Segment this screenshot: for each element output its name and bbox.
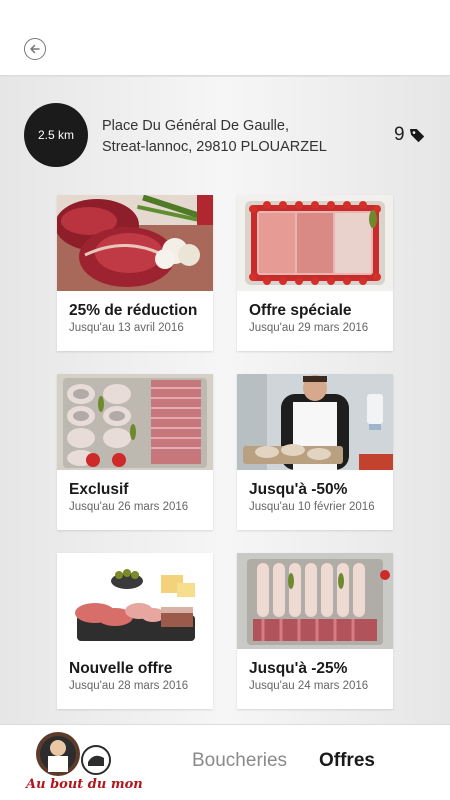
offer-title: 25% de réduction — [69, 302, 198, 319]
sausage-platter-photo — [57, 374, 213, 470]
offer-title: Offre spéciale — [249, 302, 352, 319]
offer-card[interactable]: Exclusif Jusqu'au 26 mars 2016 — [57, 374, 213, 530]
brand-logo-text: Au bout du monde — [24, 777, 142, 792]
address-line-1: Place Du Général De Gaulle, — [102, 118, 289, 134]
top-bar — [0, 0, 450, 76]
offer-card[interactable]: Jusqu'à -25% Jusqu'au 24 mars 2016 — [237, 553, 393, 709]
rolled-ham-photo — [237, 553, 393, 649]
offer-date: Jusqu'au 26 mars 2016 — [69, 501, 189, 513]
back-button[interactable] — [24, 38, 46, 60]
offer-date: Jusqu'au 10 février 2016 — [249, 501, 375, 513]
tab-boucheries[interactable]: Boucheries — [192, 750, 287, 772]
distance-label: 2.5 km — [37, 128, 74, 142]
offer-card[interactable]: Offre spéciale Jusqu'au 29 mars 2016 — [237, 195, 393, 351]
offer-title: Jusqu'à -50% — [249, 481, 348, 498]
charcuterie-photo — [57, 553, 213, 649]
offer-card[interactable]: Nouvelle offre Jusqu'au 28 mars 2016 — [57, 553, 213, 709]
distance-badge: 2.5 km — [24, 103, 88, 167]
beef-steak-photo — [57, 195, 213, 291]
offer-date: Jusqu'au 13 avril 2016 — [69, 322, 184, 334]
butcher-photo — [237, 374, 393, 470]
price-tag-icon — [409, 129, 424, 142]
offer-title: Jusqu'à -25% — [249, 660, 348, 677]
offer-date: Jusqu'au 28 mars 2016 — [69, 680, 189, 692]
offer-date: Jusqu'au 29 mars 2016 — [249, 322, 369, 334]
offer-count-value: 9 — [394, 124, 405, 145]
offer-card[interactable]: Jusqu'à -50% Jusqu'au 10 février 2016 — [237, 374, 393, 530]
offer-count[interactable]: 9 — [394, 124, 425, 146]
address-line-2: Streat-lannoc, 29810 PLOUARZEL — [102, 139, 327, 155]
offer-title: Nouvelle offre — [69, 660, 173, 677]
tab-offres[interactable]: Offres — [319, 750, 375, 772]
offer-title: Exclusif — [69, 481, 129, 498]
ham-platter-photo — [237, 195, 393, 291]
shop-address: Place Du Général De Gaulle, Streat-lanno… — [102, 116, 372, 158]
offer-card[interactable]: 25% de réduction Jusqu'au 13 avril 2016 — [57, 195, 213, 351]
brand-logo: Au bout du monde — [24, 728, 160, 794]
arrow-left-circle-icon — [30, 44, 40, 54]
offer-date: Jusqu'au 24 mars 2016 — [249, 680, 369, 692]
